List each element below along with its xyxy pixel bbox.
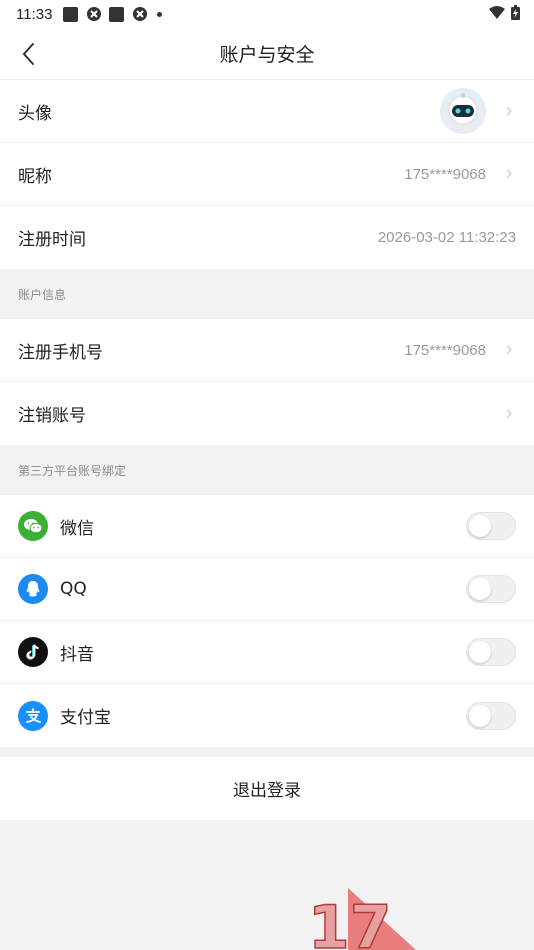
qq-bind-toggle[interactable]: [466, 575, 516, 603]
account-info-section-title: 账户信息: [0, 269, 534, 319]
robot-avatar-icon: [448, 93, 478, 129]
nickname-label: 昵称: [18, 166, 52, 187]
bind-row-alipay: 支付宝: [0, 684, 534, 747]
bind-label-qq: QQ: [60, 579, 87, 599]
wechat-icon: [18, 511, 48, 541]
wechat-bind-toggle[interactable]: [466, 512, 516, 540]
phone-row[interactable]: 注册手机号 175****9068: [0, 319, 534, 382]
chevron-right-icon: [506, 407, 516, 421]
register-time-value: 2026-03-02 11:32:23: [377, 229, 516, 246]
status-time: 11:33: [16, 5, 53, 23]
watermark-text: 17: [308, 893, 392, 950]
back-arrow-icon: [22, 43, 34, 65]
register-time-label: 注册时间: [18, 230, 86, 250]
avatar-row[interactable]: 头像: [0, 80, 534, 143]
watermark-logo: 17: [307, 886, 418, 950]
bind-label-douyin: 抖音: [60, 644, 94, 665]
bind-label-alipay: 支付宝: [60, 708, 111, 728]
battery-icon: [511, 4, 520, 24]
alipay-icon: [18, 700, 48, 731]
bind-row-douyin: 抖音: [0, 621, 534, 684]
chevron-right-icon: [506, 343, 516, 357]
qq-icon: [18, 574, 48, 604]
douyin-bind-toggle[interactable]: [466, 638, 516, 666]
bind-row-wechat: 微信: [0, 495, 534, 558]
avatar: [440, 88, 486, 134]
notification-square-icon: [62, 6, 79, 23]
cancel-account-row[interactable]: 注销账号: [0, 382, 534, 445]
wifi-icon: [489, 5, 505, 23]
phone-label: 注册手机号: [18, 342, 103, 363]
nickname-value: 175****9068: [404, 165, 486, 183]
chevron-right-icon: [506, 167, 516, 181]
chevron-right-icon: [506, 104, 516, 118]
notification-gear-icon: [131, 6, 148, 23]
bind-row-qq: QQ: [0, 558, 534, 621]
logout-button[interactable]: 退出登录: [0, 757, 534, 820]
nickname-row[interactable]: 昵称 175****9068: [0, 143, 534, 206]
more-notifications-icon: [157, 11, 163, 17]
douyin-icon: [18, 637, 48, 667]
notification-square-icon: [108, 6, 125, 23]
register-time-row: 注册时间 2026-03-02 11:32:23: [0, 206, 534, 269]
page-title: 账户与安全: [219, 44, 315, 66]
back-button[interactable]: [14, 40, 42, 68]
alipay-bind-toggle[interactable]: [466, 701, 516, 730]
status-bar: 11:33: [0, 0, 534, 28]
cancel-account-label: 注销账号: [18, 406, 86, 426]
bind-label-wechat: 微信: [60, 518, 94, 539]
third-party-section-title: 第三方平台账号绑定: [0, 445, 534, 495]
avatar-label: 头像: [18, 103, 52, 124]
app-header: 账户与安全: [0, 28, 534, 80]
notification-gear-icon: [85, 6, 102, 23]
phone-value: 175****9068: [404, 341, 486, 359]
